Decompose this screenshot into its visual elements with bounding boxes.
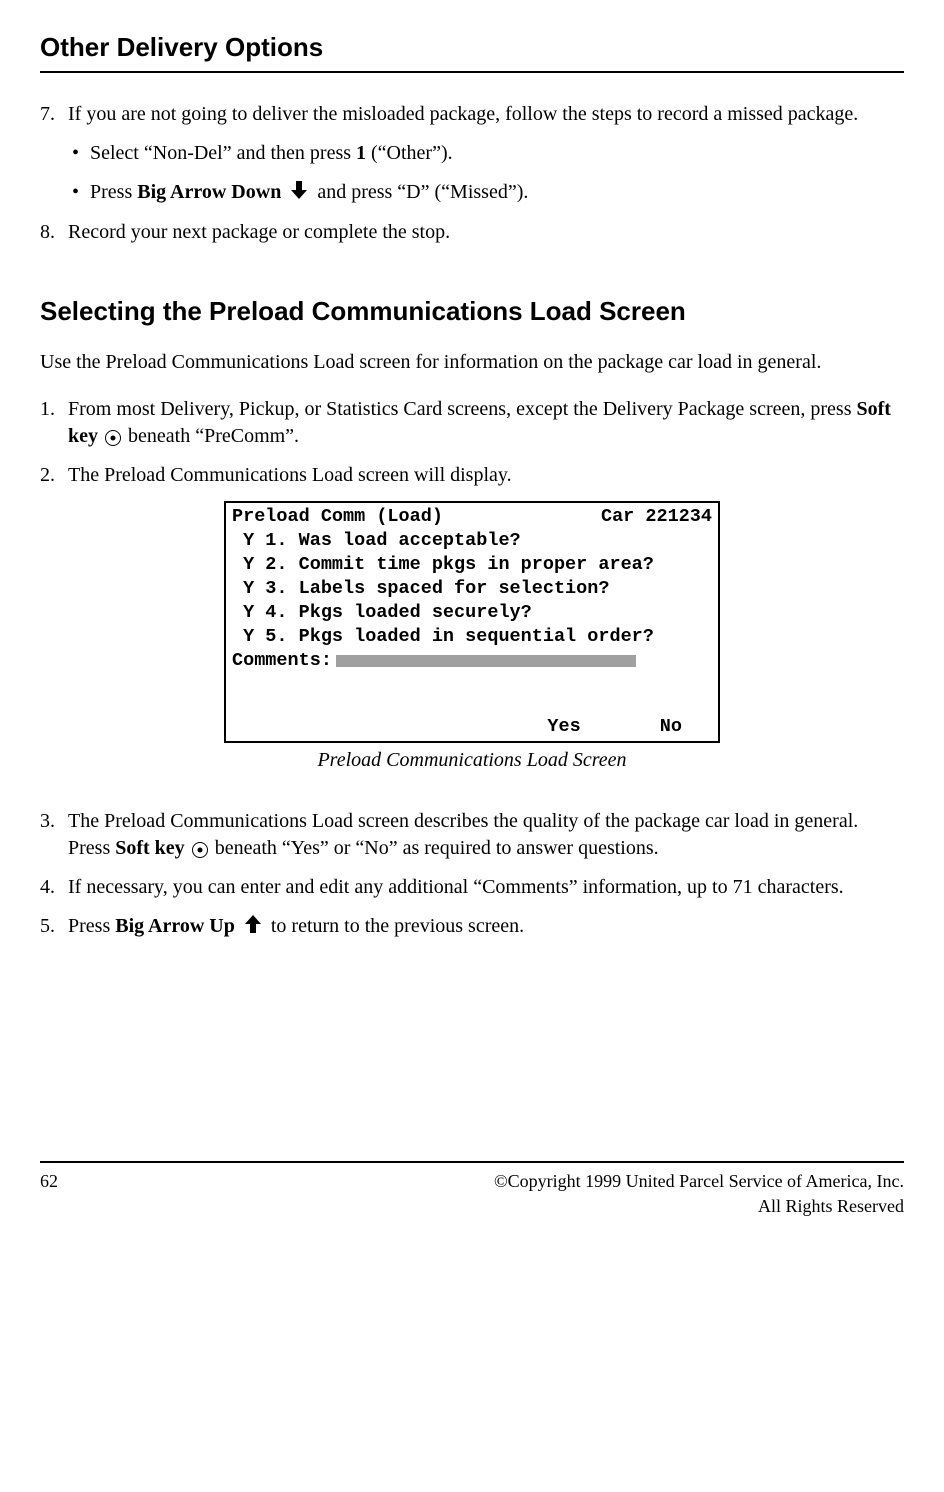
text: beneath “PreComm”. bbox=[123, 425, 299, 447]
question-4: Y 4. Pkgs loaded securely? bbox=[232, 601, 712, 625]
bullet-text: Select “Non-Del” and then press 1 (“Othe… bbox=[90, 140, 453, 167]
text: beneath “Yes” or “No” as required to ans… bbox=[210, 837, 659, 859]
step-number: 3. bbox=[40, 808, 68, 862]
key-1: 1 bbox=[356, 142, 366, 164]
car-number: Car 221234 bbox=[601, 505, 712, 529]
section-intro: Use the Preload Communications Load scre… bbox=[40, 349, 904, 376]
step-number: 8. bbox=[40, 219, 68, 246]
comments-input[interactable] bbox=[336, 655, 636, 667]
copyright-line1: ©Copyright 1999 United Parcel Service of… bbox=[494, 1169, 904, 1193]
step-5: 5. Press Big Arrow Up to return to the p… bbox=[40, 913, 904, 941]
step-text: If you are not going to deliver the misl… bbox=[68, 101, 858, 128]
question-5: Y 5. Pkgs loaded in sequential order? bbox=[232, 625, 712, 649]
text: to return to the previous screen. bbox=[266, 915, 524, 937]
text: Press bbox=[68, 915, 115, 937]
comments-label: Comments: bbox=[232, 649, 332, 673]
step-text: The Preload Communications Load screen d… bbox=[68, 808, 904, 862]
question-3: Y 3. Labels spaced for selection? bbox=[232, 577, 712, 601]
step-2: 2. The Preload Communications Load scree… bbox=[40, 462, 904, 489]
step-number: 2. bbox=[40, 462, 68, 489]
step-number: 1. bbox=[40, 396, 68, 450]
step-text: Press Big Arrow Up to return to the prev… bbox=[68, 913, 524, 941]
softkey-icon bbox=[192, 842, 208, 858]
no-softkey[interactable]: No bbox=[660, 716, 682, 737]
step-text: From most Delivery, Pickup, or Statistic… bbox=[68, 396, 904, 450]
step-text: If necessary, you can enter and edit any… bbox=[68, 874, 844, 901]
step-7: 7. If you are not going to deliver the m… bbox=[40, 101, 904, 128]
bullet-text: Press Big Arrow Down and press “D” (“Mis… bbox=[90, 179, 528, 207]
section-heading: Selecting the Preload Communications Loa… bbox=[40, 294, 904, 329]
text: From most Delivery, Pickup, or Statistic… bbox=[68, 398, 857, 420]
page-number: 62 bbox=[40, 1169, 58, 1218]
text: (“Other”). bbox=[366, 142, 453, 164]
page-footer: 62 ©Copyright 1999 United Parcel Service… bbox=[40, 1161, 904, 1218]
step-3: 3. The Preload Communications Load scree… bbox=[40, 808, 904, 862]
copyright-line2: All Rights Reserved bbox=[494, 1194, 904, 1218]
text: Select “Non-Del” and then press bbox=[90, 142, 356, 164]
step-text: Record your next package or complete the… bbox=[68, 219, 450, 246]
screen-caption: Preload Communications Load Screen bbox=[40, 747, 904, 774]
question-2: Y 2. Commit time pkgs in proper area? bbox=[232, 553, 712, 577]
bullet-big-arrow-down: • Press Big Arrow Down and press “D” (“M… bbox=[72, 179, 904, 207]
arrow-up-icon bbox=[243, 914, 263, 941]
copyright: ©Copyright 1999 United Parcel Service of… bbox=[494, 1169, 904, 1218]
page-title: Other Delivery Options bbox=[40, 30, 904, 73]
big-arrow-up-label: Big Arrow Up bbox=[115, 915, 235, 937]
text: and press “D” (“Missed”). bbox=[312, 181, 528, 203]
screen-title: Preload Comm (Load) bbox=[232, 505, 443, 529]
step-number: 5. bbox=[40, 913, 68, 941]
step-4: 4. If necessary, you can enter and edit … bbox=[40, 874, 904, 901]
question-1: Y 1. Was load acceptable? bbox=[232, 529, 712, 553]
preload-comm-screen: Preload Comm (Load) Car 221234 Y 1. Was … bbox=[224, 501, 720, 743]
softkey-icon bbox=[105, 430, 121, 446]
yes-no-row: Yes No bbox=[232, 715, 712, 739]
step-8: 8. Record your next package or complete … bbox=[40, 219, 904, 246]
arrow-down-icon bbox=[289, 180, 309, 207]
screen-header-row: Preload Comm (Load) Car 221234 bbox=[232, 505, 712, 529]
bullet-marker: • bbox=[72, 179, 90, 207]
step-text: The Preload Communications Load screen w… bbox=[68, 462, 512, 489]
step-number: 4. bbox=[40, 874, 68, 901]
text: Press bbox=[90, 181, 137, 203]
soft-key-label: Soft key bbox=[115, 837, 184, 859]
step-number: 7. bbox=[40, 101, 68, 128]
big-arrow-down-label: Big Arrow Down bbox=[137, 181, 281, 203]
comments-row: Comments: bbox=[232, 649, 712, 673]
bullet-marker: • bbox=[72, 140, 90, 167]
step-1: 1. From most Delivery, Pickup, or Statis… bbox=[40, 396, 904, 450]
bullet-nondel: • Select “Non-Del” and then press 1 (“Ot… bbox=[72, 140, 904, 167]
yes-softkey[interactable]: Yes bbox=[547, 716, 580, 737]
